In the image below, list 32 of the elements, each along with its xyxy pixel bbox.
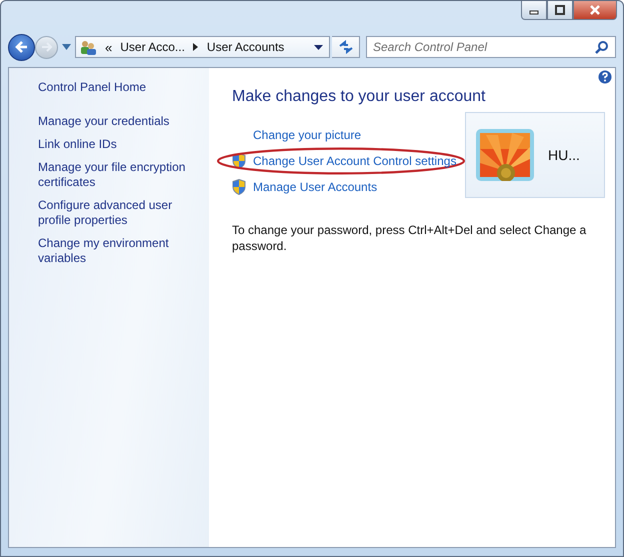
help-icon[interactable] xyxy=(598,70,612,84)
shield-icon xyxy=(232,179,246,195)
task-link[interactable]: Change your picture xyxy=(253,128,362,142)
search-icon[interactable] xyxy=(595,40,609,54)
breadcrumb[interactable]: User Acco... xyxy=(120,40,185,54)
maximize-icon xyxy=(554,5,566,15)
breadcrumb-arrow-icon[interactable] xyxy=(192,43,199,51)
sidebar-link[interactable]: Configure advanced user profile properties xyxy=(38,198,203,228)
sidebar-link[interactable]: Manage your file encryption certificates xyxy=(38,160,203,190)
maximize-button[interactable] xyxy=(547,1,573,20)
refresh-icon xyxy=(338,40,354,54)
address-bar[interactable]: « User Acco... User Accounts xyxy=(75,36,330,58)
user-name: HU... xyxy=(548,147,580,163)
password-note: To change your password, press Ctrl+Alt+Del and select Change a password. xyxy=(232,222,588,254)
page-heading: Make changes to your user account xyxy=(232,88,486,106)
close-button[interactable] xyxy=(573,1,617,20)
sidebar-link[interactable]: Change my environment variables xyxy=(38,236,203,266)
overflow-chevron[interactable]: « xyxy=(105,40,112,54)
sidebar-link[interactable]: Control Panel Home xyxy=(38,80,203,94)
back-arrow-icon xyxy=(14,39,30,55)
back-button[interactable] xyxy=(8,34,35,60)
users-icon xyxy=(79,39,97,55)
sidebar-link[interactable]: Link online IDs xyxy=(38,137,203,152)
minimize-button[interactable] xyxy=(521,1,547,20)
close-icon xyxy=(588,5,602,15)
breadcrumb[interactable]: User Accounts xyxy=(206,40,284,54)
dropdown-arrow-icon[interactable] xyxy=(314,44,323,50)
sidebar-link[interactable]: Manage your credentials xyxy=(38,114,203,129)
refresh-button[interactable] xyxy=(332,36,360,58)
forward-arrow-icon xyxy=(40,40,54,54)
search-field[interactable]: Search Control Panel xyxy=(366,36,616,58)
task-link[interactable]: Manage User Accounts xyxy=(253,180,378,194)
